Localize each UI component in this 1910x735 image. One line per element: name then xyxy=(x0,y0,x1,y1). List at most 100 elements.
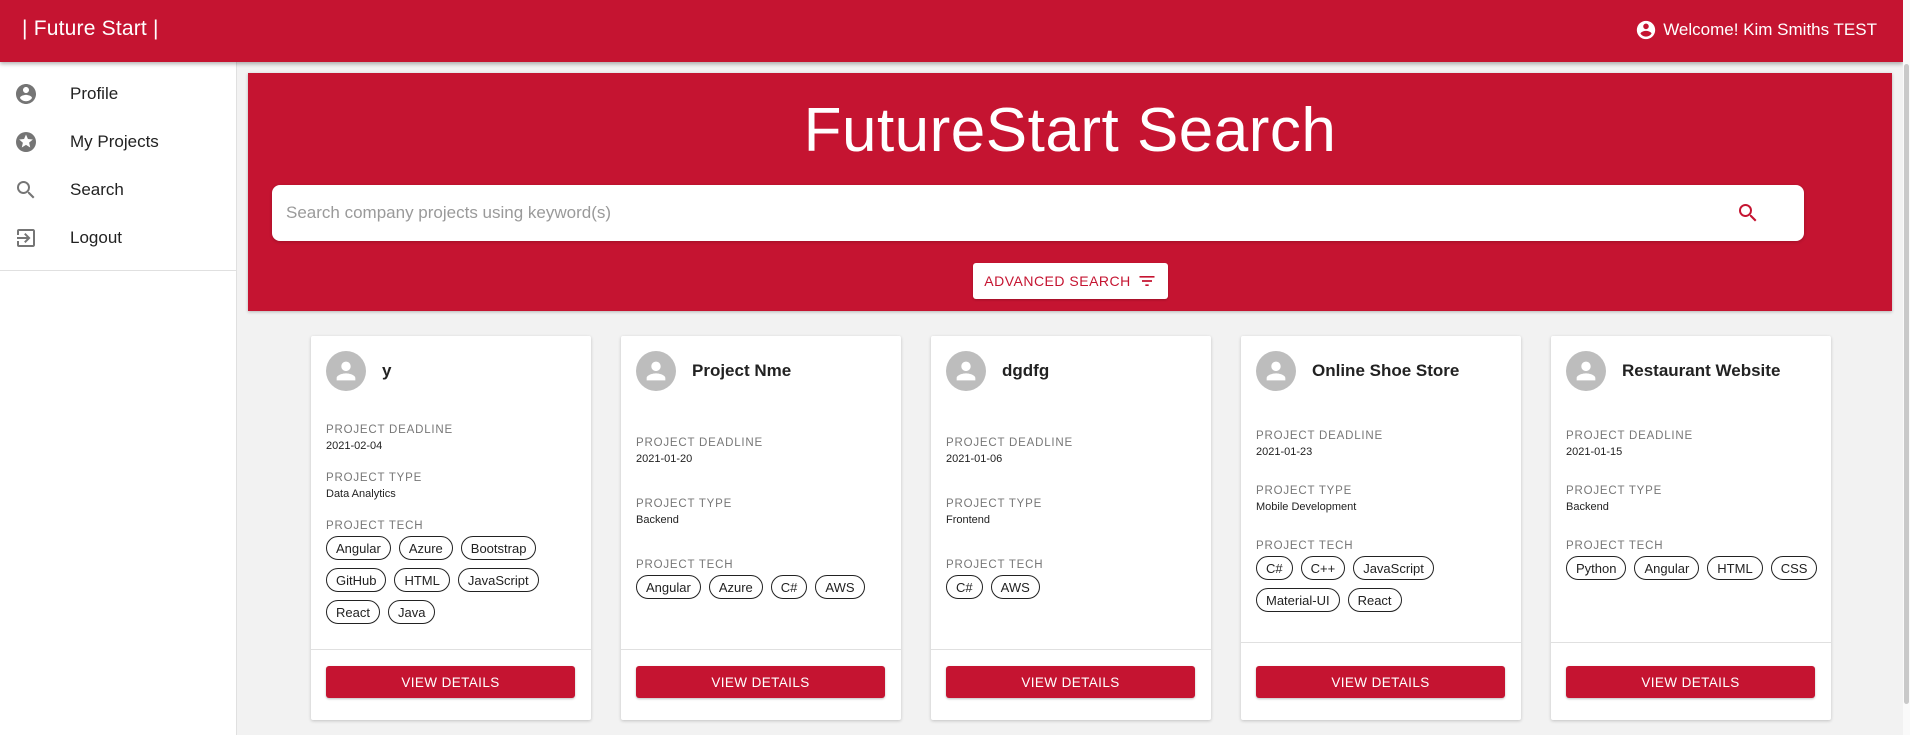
type-label: PROJECT TYPE xyxy=(326,472,423,484)
view-details-button[interactable]: VIEW DETAILS xyxy=(326,666,575,698)
sidebar-item-label: My Projects xyxy=(70,132,159,151)
tech-chip: Bootstrap xyxy=(460,536,537,560)
avatar xyxy=(946,351,986,391)
person-icon xyxy=(646,361,666,381)
person-icon xyxy=(1266,361,1286,381)
tech-chip-list: Angular Azure C# AWS xyxy=(636,575,889,599)
tech-chip: Angular xyxy=(636,575,701,599)
card-header: Online Shoe Store xyxy=(1256,351,1459,391)
advanced-search-button[interactable]: ADVANCED SEARCH xyxy=(973,263,1168,299)
deadline-value: 2021-01-06 xyxy=(946,453,1003,465)
tech-label: PROJECT TECH xyxy=(946,559,1044,571)
tech-chip: GitHub xyxy=(326,568,387,592)
tech-chip: JavaScript xyxy=(1353,556,1434,580)
advanced-search-label: ADVANCED SEARCH xyxy=(984,273,1131,289)
avatar xyxy=(1566,351,1606,391)
main-content: FutureStart Search ADVANCED SEARCH y PRO… xyxy=(237,62,1903,735)
tech-chip: HTML xyxy=(1707,556,1763,580)
tech-chip: C++ xyxy=(1300,556,1346,580)
deadline-field: PROJECT DEADLINE 2021-01-23 xyxy=(1256,430,1509,458)
project-card: Restaurant Website PROJECT DEADLINE 2021… xyxy=(1551,336,1831,720)
tech-chip: Azure xyxy=(708,575,763,599)
tech-chip-list: Angular Azure Bootstrap GitHub HTML JavaScrip… xyxy=(326,536,579,624)
card-header: Project Nme xyxy=(636,351,791,391)
search-hero: FutureStart Search ADVANCED SEARCH xyxy=(248,73,1892,311)
tech-chip: Azure xyxy=(398,536,453,560)
brand-title[interactable]: | Future Start | xyxy=(22,17,159,41)
type-label: PROJECT TYPE xyxy=(1566,485,1663,497)
card-header: dgdfg xyxy=(946,351,1049,391)
deadline-value: 2021-02-04 xyxy=(326,440,383,452)
search-icon[interactable] xyxy=(1736,201,1760,225)
person-icon xyxy=(336,361,356,381)
avatar xyxy=(636,351,676,391)
avatar xyxy=(326,351,366,391)
project-title: Restaurant Website xyxy=(1622,361,1781,380)
sidebar-item-label: Logout xyxy=(70,228,122,247)
tech-chip: Material-UI xyxy=(1256,588,1340,612)
tech-chip: React xyxy=(1347,588,1402,612)
sidebar-nav: Profile My Projects Search Logout xyxy=(0,62,236,271)
sidebar-item-my-projects[interactable]: My Projects xyxy=(0,118,236,166)
sidebar: Profile My Projects Search Logout xyxy=(0,62,237,735)
deadline-label: PROJECT DEADLINE xyxy=(326,424,453,436)
sidebar-item-profile[interactable]: Profile xyxy=(0,70,236,118)
view-details-button[interactable]: VIEW DETAILS xyxy=(636,666,885,698)
deadline-label: PROJECT DEADLINE xyxy=(946,437,1073,449)
type-value: Frontend xyxy=(946,514,991,526)
page-title: FutureStart Search xyxy=(803,96,1337,165)
avatar xyxy=(1256,351,1296,391)
project-title: dgdfg xyxy=(1002,361,1050,380)
card-header: y xyxy=(326,351,391,391)
card-divider xyxy=(311,649,591,650)
search-input[interactable] xyxy=(286,185,1686,241)
tech-chip: Angular xyxy=(326,536,391,560)
tech-chip: C# xyxy=(1256,556,1293,580)
tech-chip-list: C# AWS xyxy=(946,575,1199,599)
view-details-button[interactable]: VIEW DETAILS xyxy=(946,666,1195,698)
project-card: Online Shoe Store PROJECT DEADLINE 2021-… xyxy=(1241,336,1521,720)
type-field: PROJECT TYPE Frontend xyxy=(946,498,1199,526)
deadline-label: PROJECT DEADLINE xyxy=(636,437,763,449)
type-value: Backend xyxy=(1566,501,1609,513)
project-card: dgdfg PROJECT DEADLINE 2021-01-06 PROJEC… xyxy=(931,336,1211,720)
user-greeting[interactable]: Welcome! Kim Smiths TEST xyxy=(1635,19,1877,41)
type-value: Backend xyxy=(636,514,679,526)
sidebar-item-label: Profile xyxy=(70,84,119,103)
filter-icon xyxy=(1139,276,1155,286)
person-icon xyxy=(1576,361,1596,381)
type-field: PROJECT TYPE Data Analytics xyxy=(326,472,579,500)
card-divider xyxy=(1551,642,1831,643)
tech-chip: Angular xyxy=(1634,556,1700,580)
type-label: PROJECT TYPE xyxy=(636,498,733,510)
project-title: Project Nme xyxy=(692,361,792,380)
scrollbar-thumb[interactable] xyxy=(1904,64,1909,704)
deadline-value: 2021-01-23 xyxy=(1256,446,1313,458)
tech-chip-list: C# C++ JavaScript Material-UI React xyxy=(1256,556,1509,612)
tech-label: PROJECT TECH xyxy=(636,559,734,571)
tech-chip: C# xyxy=(946,575,983,599)
sidebar-item-label: Search xyxy=(70,180,124,199)
type-label: PROJECT TYPE xyxy=(1256,485,1353,497)
deadline-field: PROJECT DEADLINE 2021-01-20 xyxy=(636,437,889,465)
card-divider xyxy=(931,649,1211,650)
view-details-button[interactable]: VIEW DETAILS xyxy=(1566,666,1815,698)
type-value: Data Analytics xyxy=(326,488,396,500)
view-details-button[interactable]: VIEW DETAILS xyxy=(1256,666,1505,698)
tech-chip: AWS xyxy=(990,575,1040,599)
sidebar-item-logout[interactable]: Logout xyxy=(0,214,236,262)
deadline-field: PROJECT DEADLINE 2021-01-06 xyxy=(946,437,1199,465)
tech-label: PROJECT TECH xyxy=(326,520,424,532)
deadline-label: PROJECT DEADLINE xyxy=(1566,430,1693,442)
project-card: Project Nme PROJECT DEADLINE 2021-01-20 … xyxy=(621,336,901,720)
tech-field: PROJECT TECH C# AWS xyxy=(946,559,1199,599)
tech-label: PROJECT TECH xyxy=(1256,540,1354,552)
tech-chip: JavaScript xyxy=(457,568,539,592)
deadline-field: PROJECT DEADLINE 2021-02-04 xyxy=(326,424,579,452)
card-header: Restaurant Website xyxy=(1566,351,1780,391)
type-field: PROJECT TYPE Mobile Development xyxy=(1256,485,1509,513)
logout-icon xyxy=(14,226,38,250)
deadline-value: 2021-01-15 xyxy=(1566,446,1623,458)
sidebar-item-search[interactable]: Search xyxy=(0,166,236,214)
type-field: PROJECT TYPE Backend xyxy=(1566,485,1819,513)
